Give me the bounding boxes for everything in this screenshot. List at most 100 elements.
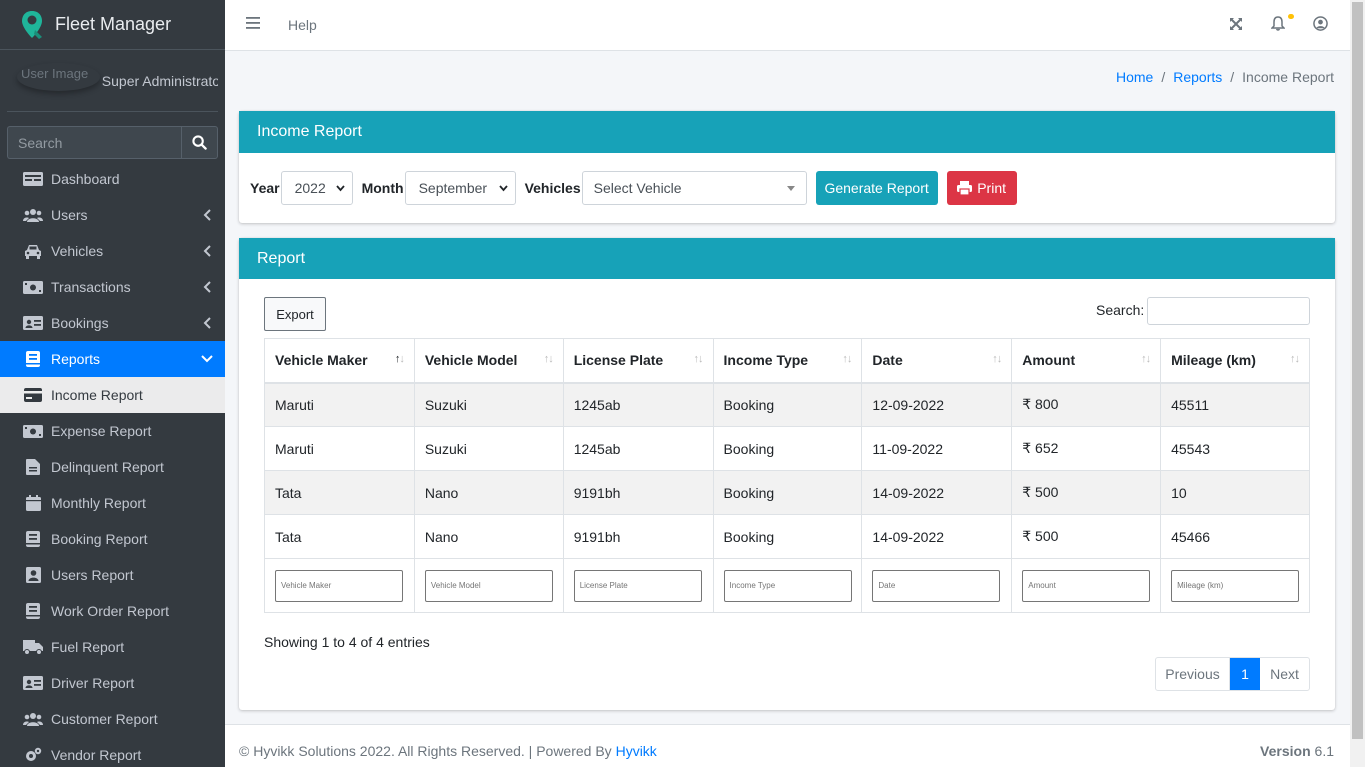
income-report-title: Income Report <box>239 111 1335 153</box>
table-cell: 9191bh <box>562 514 714 559</box>
user-circle-icon[interactable] <box>1313 16 1328 34</box>
bell-icon[interactable] <box>1270 16 1286 34</box>
table-cell: 14-09-2022 <box>861 470 1013 515</box>
dashboard-icon <box>23 171 43 187</box>
table-row: Tata Nano 9191bh Booking 14-09-2022 ₹ 50… <box>264 470 1310 515</box>
fullscreen-icon[interactable] <box>1229 17 1243 34</box>
sidebar-search <box>7 126 218 159</box>
user-panel[interactable]: User Image Super Administrator <box>7 50 218 112</box>
breadcrumb-reports[interactable]: Reports <box>1173 69 1222 85</box>
nav-delinquent-report[interactable]: Delinquent Report <box>0 449 225 485</box>
nav-transactions[interactable]: Transactions <box>0 269 225 305</box>
nav-users-report-label: Users Report <box>51 567 134 583</box>
credit-card-icon <box>23 387 43 403</box>
nav-vehicles[interactable]: Vehicles <box>0 233 225 269</box>
sidebar-search-button[interactable] <box>181 126 218 159</box>
nav-vendor-report[interactable]: Vendor Report <box>0 737 225 767</box>
table-cell: Suzuki <box>413 382 564 427</box>
table-cell: Booking <box>712 426 863 471</box>
column-header-license-plate[interactable]: License Plate ↑↓ <box>562 338 714 384</box>
nav-booking-report-label: Booking Report <box>51 531 148 547</box>
column-header-mileage[interactable]: Mileage (km) ↑↓ <box>1160 338 1310 384</box>
calendar-icon <box>23 495 43 511</box>
filter-license-plate-input[interactable]: License Plate <box>573 569 702 602</box>
money-icon <box>23 279 43 295</box>
pagination-next[interactable]: Next <box>1260 658 1309 690</box>
filter-cell: Amount <box>1011 558 1162 613</box>
menu-toggle-icon[interactable] <box>246 16 260 33</box>
table-cell: Nano <box>413 514 564 559</box>
table-cell: ₹ 500 <box>1011 514 1162 559</box>
filter-income-type-input[interactable]: Income Type <box>723 569 852 602</box>
nav-driver-report[interactable]: Driver Report <box>0 665 225 701</box>
scrollbar-thumb[interactable] <box>1352 2 1363 739</box>
topbar: Help <box>225 0 1350 51</box>
book-icon <box>23 531 43 547</box>
nav-bookings[interactable]: Bookings <box>0 305 225 341</box>
vehicle-select[interactable]: Select Vehicle <box>581 171 807 205</box>
nav-customer-report[interactable]: Customer Report <box>0 701 225 737</box>
filter-vehicle-maker-input[interactable]: Vehicle Maker <box>275 569 403 602</box>
nav-work-order-report-label: Work Order Report <box>51 603 169 619</box>
user-name[interactable]: Super Administrator <box>102 73 218 89</box>
nav-income-report[interactable]: Income Report <box>0 377 225 413</box>
footer-version: Version 6.1 <box>1260 743 1334 759</box>
nav-expense-report[interactable]: Expense Report <box>0 413 225 449</box>
filter-mileage-input[interactable]: Mileage (km) <box>1171 569 1300 602</box>
table-search-input[interactable] <box>1147 297 1310 325</box>
nav-reports[interactable]: Reports <box>0 341 225 377</box>
table-cell: 11-09-2022 <box>861 426 1013 471</box>
nav-users[interactable]: Users <box>0 197 225 233</box>
month-select[interactable]: September <box>404 171 516 205</box>
footer-link[interactable]: Hyvikk <box>616 743 657 759</box>
report-filters: Year 2022 Month September Vehicles Selec… <box>250 171 1017 205</box>
notification-badge <box>1288 14 1294 19</box>
nav-work-order-report[interactable]: Work Order Report <box>0 593 225 629</box>
sidebar-search-input[interactable] <box>7 126 181 159</box>
nav-fuel-report[interactable]: Fuel Report <box>0 629 225 665</box>
filter-date-input[interactable]: Date <box>872 569 1001 602</box>
nav-users-label: Users <box>51 207 88 223</box>
year-label: Year <box>250 180 280 196</box>
nav-driver-report-label: Driver Report <box>51 675 135 691</box>
nav-booking-report[interactable]: Booking Report <box>0 521 225 557</box>
table-cell: 1245ab <box>562 426 714 471</box>
column-header-income-type[interactable]: Income Type ↑↓ <box>712 338 863 384</box>
column-header-label: Vehicle Maker <box>275 352 368 369</box>
breadcrumb-home[interactable]: Home <box>1116 69 1153 85</box>
pagination-page[interactable]: 1 <box>1230 658 1260 690</box>
page-scrollbar[interactable] <box>1350 0 1365 767</box>
brand-name: Fleet Manager <box>55 14 172 34</box>
column-header-vehicle-maker[interactable]: Vehicle Maker ↑↓ <box>264 338 415 384</box>
truck-icon <box>23 639 43 655</box>
filter-vehicle-model-input[interactable]: Vehicle Model <box>424 569 553 602</box>
print-button[interactable]: Print <box>946 171 1017 205</box>
pagination-previous[interactable]: Previous <box>1156 658 1230 690</box>
filter-cell: Income Type <box>712 558 863 613</box>
generate-report-button[interactable]: Generate Report <box>815 171 938 205</box>
export-button[interactable]: Export <box>264 297 326 331</box>
nav-dashboard[interactable]: Dashboard <box>0 161 225 197</box>
month-label: Month <box>361 180 404 196</box>
nav-users-report[interactable]: Users Report <box>0 557 225 593</box>
sidebar: Fleet Manager User Image Super Administr… <box>0 0 225 767</box>
table-cell: Maruti <box>264 426 415 471</box>
nav-monthly-report[interactable]: Monthly Report <box>0 485 225 521</box>
column-header-date[interactable]: Date ↑↓ <box>861 338 1013 384</box>
year-select[interactable]: 2022 <box>280 171 353 205</box>
table-cell: 45466 <box>1160 514 1310 559</box>
avatar: User Image <box>17 63 100 91</box>
filter-cell: License Plate <box>562 558 714 613</box>
help-link[interactable]: Help <box>288 17 317 33</box>
book-icon <box>23 603 43 619</box>
breadcrumb-separator: / <box>1161 69 1166 85</box>
brand[interactable]: Fleet Manager <box>0 0 225 50</box>
sidebar-nav: Dashboard Users Vehicles Transactions Bo… <box>0 161 225 767</box>
users-icon <box>23 711 43 727</box>
nav-customer-report-label: Customer Report <box>51 711 158 727</box>
filter-cell: Vehicle Maker <box>264 558 415 613</box>
filter-amount-input[interactable]: Amount <box>1022 569 1151 602</box>
table-cell: 9191bh <box>562 470 714 515</box>
column-header-vehicle-model[interactable]: Vehicle Model ↑↓ <box>413 338 564 384</box>
column-header-amount[interactable]: Amount ↑↓ <box>1011 338 1162 384</box>
